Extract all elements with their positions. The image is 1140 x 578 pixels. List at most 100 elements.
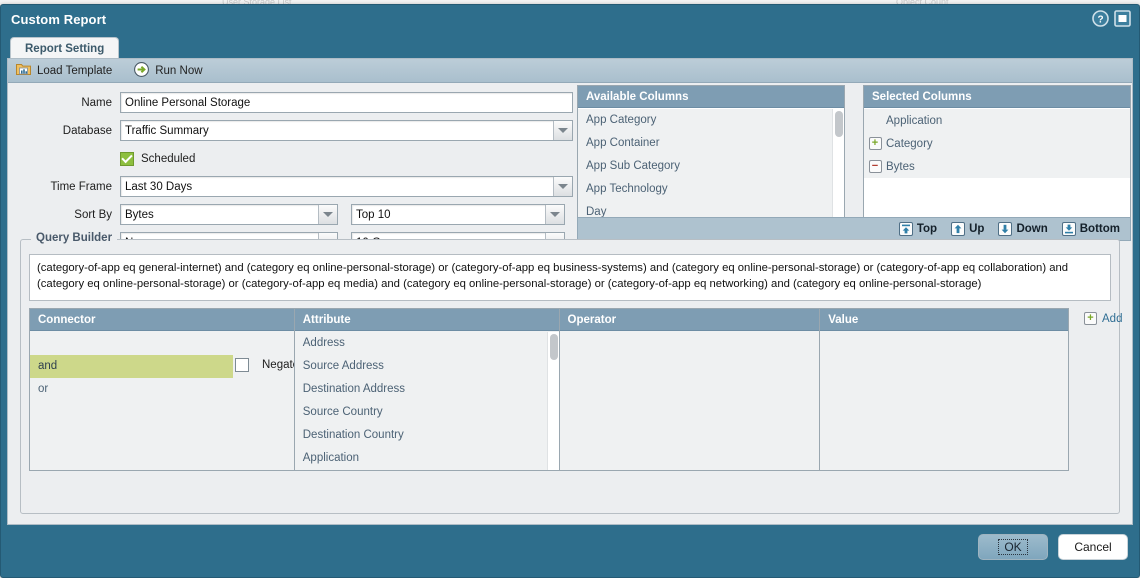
time-frame-value: Last 30 Days: [125, 180, 193, 193]
tab-report-setting[interactable]: Report Setting: [10, 37, 120, 59]
cancel-button[interactable]: Cancel: [1058, 534, 1128, 560]
selected-columns-list[interactable]: Application + Category − Bytes: [864, 109, 1130, 224]
field-row-database: Database Traffic Summary: [8, 120, 573, 141]
chevron-down-icon[interactable]: [553, 177, 572, 196]
time-frame-select[interactable]: Last 30 Days: [120, 176, 573, 197]
add-label: Add: [1102, 312, 1123, 325]
list-item[interactable]: App Sub Category: [578, 155, 844, 178]
connector-list[interactable]: and or: [30, 355, 233, 470]
move-down-button[interactable]: Down: [998, 222, 1048, 236]
add-condition-button[interactable]: + Add: [1084, 312, 1122, 325]
database-select[interactable]: Traffic Summary: [120, 120, 573, 141]
run-now-button[interactable]: Run Now: [134, 61, 203, 80]
query-builder-legend: Query Builder: [31, 232, 118, 244]
move-up-icon: [951, 222, 966, 236]
move-up-label: Up: [969, 223, 985, 235]
sort-by-count-select[interactable]: Top 10: [351, 204, 565, 225]
folder-report-icon: [16, 62, 31, 79]
report-toolbar: Load Template Run Now: [8, 59, 1132, 83]
field-row-time-frame: Time Frame Last 30 Days: [8, 176, 573, 197]
help-circle-icon[interactable]: ?: [1092, 10, 1109, 27]
chevron-down-icon[interactable]: [318, 205, 337, 224]
scheduled-label: Scheduled: [141, 152, 196, 165]
field-row-sort-by: Sort By Bytes Top 10: [8, 204, 573, 225]
report-setting-panel: Load Template Run Now Name Online Person…: [7, 58, 1133, 525]
move-to-bottom-button[interactable]: Bottom: [1061, 222, 1120, 236]
scheduled-checkbox[interactable]: [120, 151, 134, 166]
ok-button[interactable]: OK: [978, 534, 1048, 560]
attribute-scrollbar[interactable]: [546, 332, 559, 470]
minus-square-icon[interactable]: −: [868, 160, 882, 173]
time-frame-label: Time Frame: [50, 180, 112, 193]
sort-by-count-value: Top 10: [356, 208, 391, 221]
chevron-down-icon[interactable]: [553, 121, 572, 140]
list-item[interactable]: Source Address: [295, 355, 559, 378]
move-to-top-icon: [898, 222, 913, 236]
query-expression-box[interactable]: (category-of-app eq general-internet) an…: [29, 254, 1111, 301]
query-expression-text: (category-of-app eq general-internet) an…: [37, 262, 1069, 290]
list-item[interactable]: Destination Country: [295, 424, 559, 447]
row-badge[interactable]: −: [864, 160, 886, 173]
operator-list[interactable]: [559, 332, 820, 470]
load-template-button[interactable]: Load Template: [16, 62, 112, 79]
field-row-name: Name Online Personal Storage: [8, 92, 573, 113]
database-value: Traffic Summary: [125, 124, 209, 137]
available-columns-list[interactable]: App Category App Container App Sub Categ…: [578, 109, 844, 224]
row-badge[interactable]: +: [864, 137, 886, 150]
operator-header: Operator: [559, 309, 820, 331]
available-columns-title: Available Columns: [578, 86, 844, 108]
restore-window-icon[interactable]: [1114, 10, 1131, 27]
settings-area: Name Online Personal Storage Database Tr…: [8, 83, 1132, 253]
name-label: Name: [81, 96, 112, 109]
query-builder-section: Query Builder (category-of-app eq genera…: [20, 232, 1122, 514]
plus-square-icon: +: [1084, 312, 1097, 325]
value-list[interactable]: [820, 332, 1069, 470]
scrollbar-thumb[interactable]: [549, 334, 558, 360]
list-item[interactable]: and: [30, 355, 233, 378]
dialog-title: Custom Report: [11, 11, 107, 27]
tab-label: Report Setting: [25, 42, 105, 55]
negate-checkbox[interactable]: [235, 358, 249, 372]
list-item[interactable]: App Category: [578, 109, 844, 132]
move-down-label: Down: [1016, 223, 1048, 235]
move-to-bottom-icon: [1061, 222, 1076, 236]
move-up-button[interactable]: Up: [951, 222, 984, 236]
connector-header: Connector: [30, 309, 294, 331]
list-item[interactable]: Application: [295, 447, 559, 470]
list-item[interactable]: Application: [864, 109, 1130, 132]
dialog-titlebar: Custom Report ?: [1, 5, 1139, 33]
name-value: Online Personal Storage: [125, 96, 251, 109]
list-item[interactable]: − Bytes: [864, 155, 1130, 178]
move-down-icon: [998, 222, 1013, 236]
list-item[interactable]: Address: [295, 332, 559, 355]
name-input[interactable]: Online Personal Storage: [120, 92, 573, 113]
scrollbar-thumb[interactable]: [835, 111, 843, 137]
selected-columns-title: Selected Columns: [864, 86, 1130, 108]
run-now-label: Run Now: [155, 64, 203, 77]
dialog-footer: OK Cancel: [1, 523, 1139, 577]
negate-label: Negate: [262, 359, 294, 371]
list-item[interactable]: or: [30, 378, 233, 401]
connector-column: Connector and or Negate: [30, 309, 295, 470]
list-item[interactable]: + Category: [864, 132, 1130, 155]
custom-report-dialog: Custom Report ? Report Setting Load Temp…: [0, 4, 1140, 578]
query-builder-grid: Connector and or Negate Attribute: [29, 308, 1069, 471]
column-order-toolbar: Top Up Down Bottom: [577, 217, 1131, 241]
list-item[interactable]: App Container: [578, 132, 844, 155]
titlebar-buttons: ?: [1092, 10, 1131, 27]
plus-square-icon[interactable]: +: [868, 137, 882, 150]
value-header: Value: [820, 309, 1069, 331]
database-label: Database: [62, 124, 112, 137]
available-columns-panel: Available Columns App Category App Conta…: [577, 85, 845, 225]
list-item[interactable]: Destination Address: [295, 378, 559, 401]
tab-strip: Report Setting: [1, 33, 1139, 59]
sort-by-select[interactable]: Bytes: [120, 204, 338, 225]
available-columns-scrollbar[interactable]: [832, 109, 844, 224]
list-item[interactable]: Source Country: [295, 401, 559, 424]
chevron-down-icon[interactable]: [545, 205, 564, 224]
move-to-top-button[interactable]: Top: [898, 222, 937, 236]
attribute-list[interactable]: Address Source Address Destination Addre…: [294, 332, 559, 470]
negate-row: Negate: [235, 358, 294, 372]
list-item[interactable]: App Technology: [578, 178, 844, 201]
selected-columns-panel: Selected Columns Application + Category: [863, 85, 1131, 225]
